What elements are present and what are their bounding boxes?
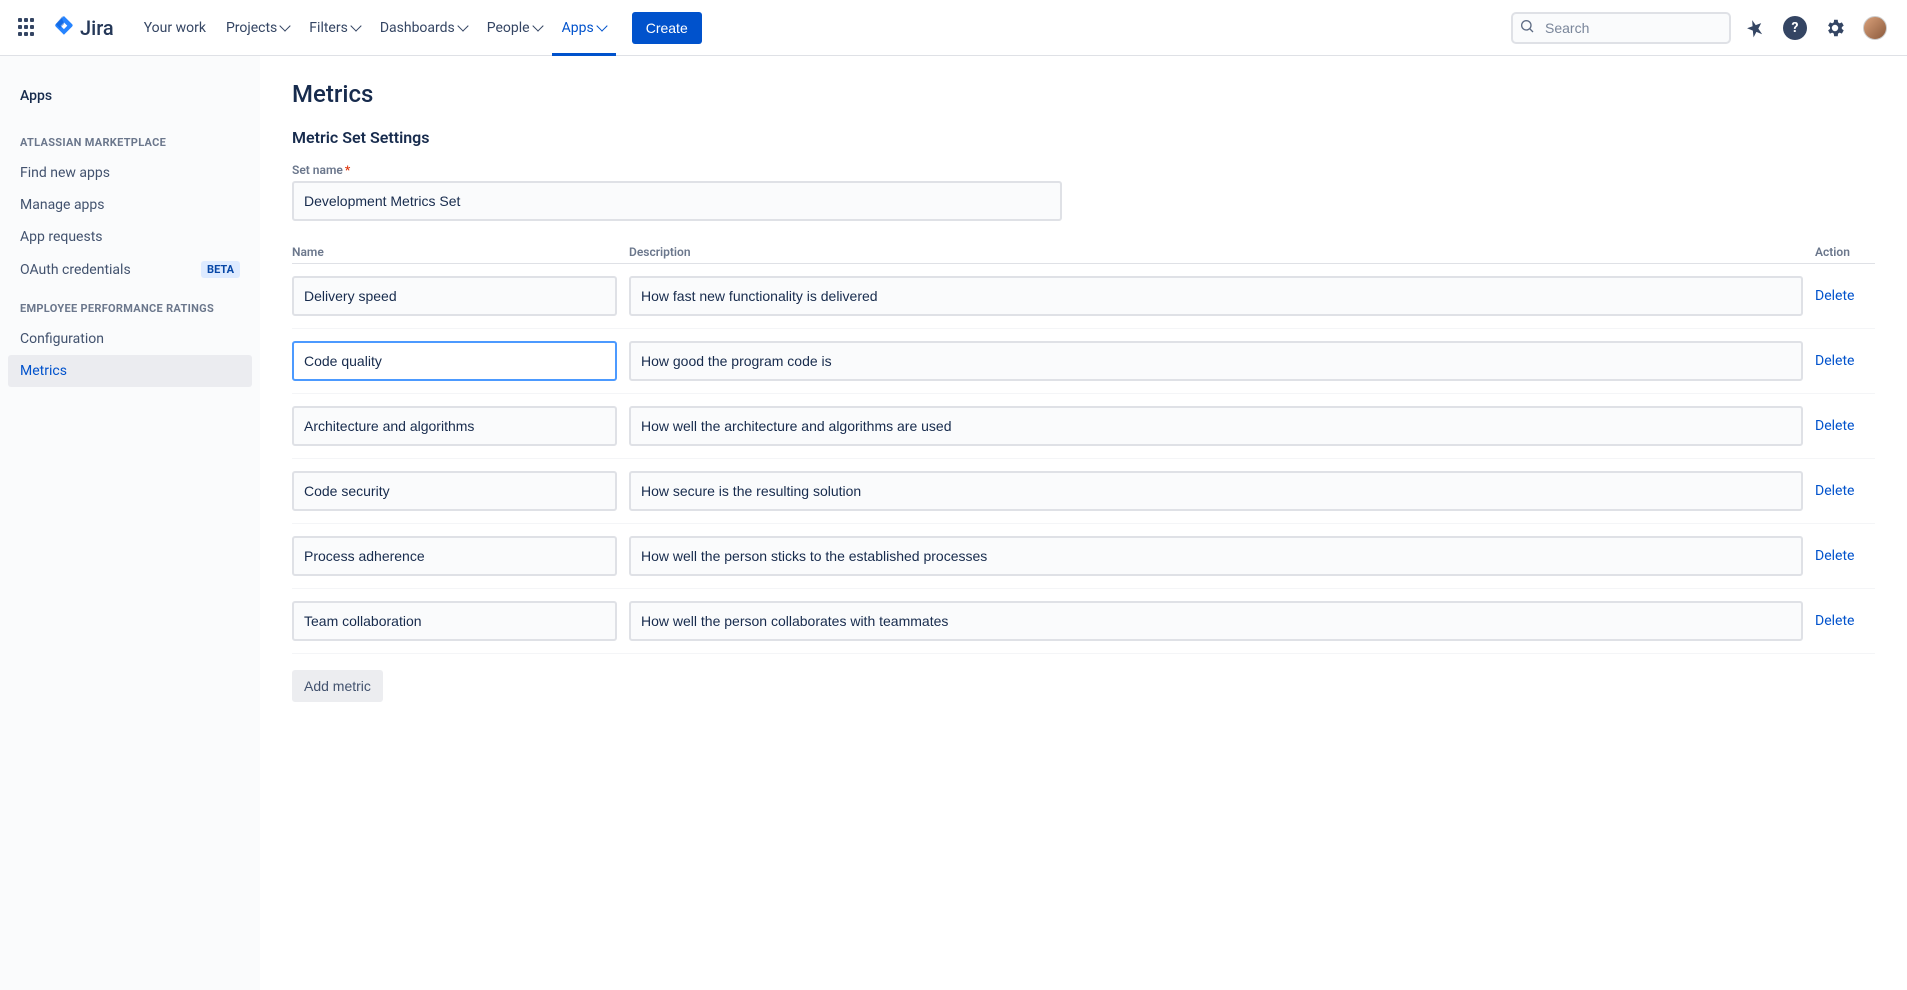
sidebar-item-app-requests[interactable]: App requests [8, 221, 252, 253]
delete-metric-link[interactable]: Delete [1815, 613, 1875, 629]
table-header: Name Description Action [292, 245, 1875, 264]
top-nav: Jira Your workProjectsFiltersDashboardsP… [0, 0, 1907, 56]
column-description: Description [629, 245, 1803, 259]
add-metric-button[interactable]: Add metric [292, 670, 383, 702]
metric-row: Delete [292, 589, 1875, 654]
nav-item-dashboards[interactable]: Dashboards [370, 0, 477, 56]
metric-description-input[interactable] [629, 536, 1803, 576]
delete-metric-link[interactable]: Delete [1815, 483, 1875, 499]
sidebar-item-label: App requests [20, 229, 103, 245]
metric-name-input[interactable] [292, 471, 617, 511]
required-indicator: * [345, 163, 350, 177]
sidebar: Apps ATLASSIAN MARKETPLACE Find new apps M… [0, 56, 260, 990]
section-title: Metric Set Settings [292, 128, 1875, 147]
metric-name-input[interactable] [292, 601, 617, 641]
nav-item-people[interactable]: People [477, 0, 552, 56]
sidebar-item-label: Manage apps [20, 197, 105, 213]
sidebar-item-label: Configuration [20, 331, 104, 347]
nav-items: Your workProjectsFiltersDashboardsPeople… [134, 0, 616, 56]
delete-metric-link[interactable]: Delete [1815, 548, 1875, 564]
sidebar-item-find-new-apps[interactable]: Find new apps [8, 157, 252, 189]
page-title: Metrics [292, 80, 1875, 108]
nav-item-projects[interactable]: Projects [216, 0, 299, 56]
app-switcher-icon[interactable] [16, 16, 40, 40]
metric-description-input[interactable] [629, 601, 1803, 641]
metric-row: Delete [292, 394, 1875, 459]
metric-row: Delete [292, 329, 1875, 394]
beta-badge: BETA [201, 261, 240, 278]
chevron-down-icon [457, 20, 468, 31]
body-row: Apps ATLASSIAN MARKETPLACE Find new apps M… [0, 56, 1907, 990]
column-name: Name [292, 245, 617, 259]
delete-metric-link[interactable]: Delete [1815, 288, 1875, 304]
sidebar-item-oauth-credentials[interactable]: OAuth credentials BETA [8, 253, 252, 286]
product-name: Jira [80, 16, 114, 40]
settings-icon[interactable] [1819, 12, 1851, 44]
nav-item-apps[interactable]: Apps [552, 0, 616, 56]
metric-description-input[interactable] [629, 471, 1803, 511]
chevron-down-icon [350, 20, 361, 31]
metric-row: Delete [292, 459, 1875, 524]
sidebar-heading: ATLASSIAN MARKETPLACE [8, 120, 252, 157]
jira-logo[interactable]: Jira [52, 16, 114, 40]
metrics-table-body: Delete Delete Delete Delete Delete Delete [292, 264, 1875, 654]
delete-metric-link[interactable]: Delete [1815, 353, 1875, 369]
sidebar-item-manage-apps[interactable]: Manage apps [8, 189, 252, 221]
jira-logo-icon [52, 16, 76, 40]
metric-row: Delete [292, 524, 1875, 589]
metric-name-input[interactable] [292, 276, 617, 316]
sidebar-title: Apps [8, 80, 252, 120]
nav-item-filters[interactable]: Filters [299, 0, 370, 56]
top-nav-left: Jira Your workProjectsFiltersDashboardsP… [16, 0, 702, 56]
help-icon[interactable]: ? [1779, 12, 1811, 44]
sidebar-item-metrics[interactable]: Metrics [8, 355, 252, 387]
metric-name-input[interactable] [292, 536, 617, 576]
chevron-down-icon [532, 20, 543, 31]
metric-description-input[interactable] [629, 276, 1803, 316]
metric-name-input[interactable] [292, 341, 617, 381]
chevron-down-icon [596, 20, 607, 31]
profile-avatar[interactable] [1859, 12, 1891, 44]
content: Metrics Metric Set Settings Set name* Na… [260, 56, 1907, 990]
set-name-input[interactable] [292, 181, 1062, 221]
sidebar-item-label: OAuth credentials [20, 262, 131, 278]
sidebar-item-label: Metrics [20, 363, 67, 379]
metric-row: Delete [292, 264, 1875, 329]
search-box [1511, 12, 1731, 44]
metric-description-input[interactable] [629, 406, 1803, 446]
set-name-label: Set name* [292, 163, 1875, 177]
metric-description-input[interactable] [629, 341, 1803, 381]
search-input[interactable] [1511, 12, 1731, 44]
column-action: Action [1815, 245, 1875, 259]
delete-metric-link[interactable]: Delete [1815, 418, 1875, 434]
notifications-icon[interactable] [1739, 12, 1771, 44]
metric-name-input[interactable] [292, 406, 617, 446]
nav-item-your-work[interactable]: Your work [134, 0, 216, 56]
sidebar-heading: EMPLOYEE PERFORMANCE RATINGS [8, 286, 252, 323]
top-nav-right: ? [1511, 12, 1891, 44]
create-button[interactable]: Create [632, 12, 702, 44]
sidebar-item-configuration[interactable]: Configuration [8, 323, 252, 355]
sidebar-item-label: Find new apps [20, 165, 110, 181]
chevron-down-icon [280, 20, 291, 31]
search-icon [1519, 18, 1535, 38]
